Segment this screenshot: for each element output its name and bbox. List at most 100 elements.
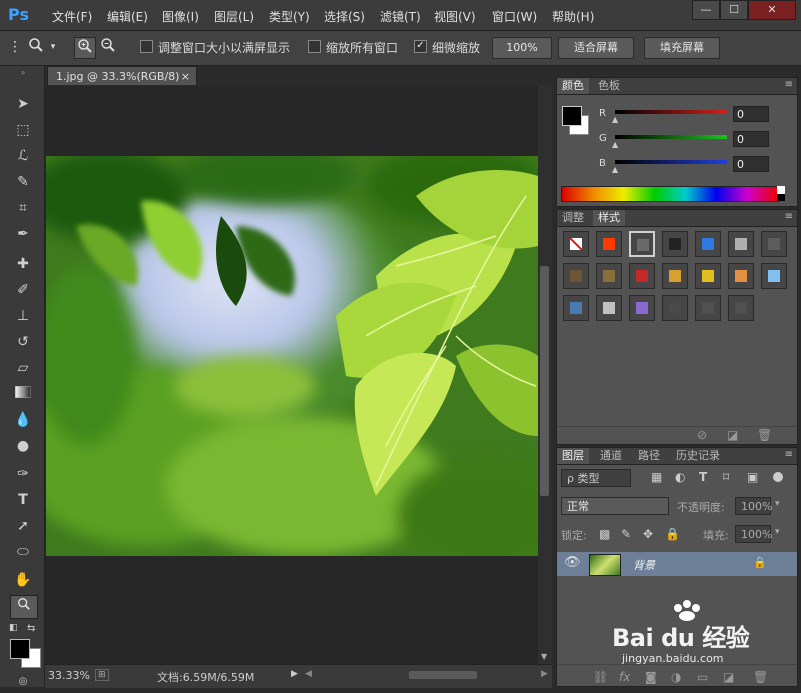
menu-layer[interactable]: 图层(L) [214,8,254,25]
menu-window[interactable]: 窗口(W) [492,8,537,25]
layer-filter-dropdown[interactable]: ρ 类型 [561,469,631,487]
style-swatch-none[interactable] [563,231,589,257]
scroll-down-icon[interactable]: ▼ [541,652,547,661]
filter-adjustment-icon[interactable]: ◐ [675,470,685,484]
layer-row-background[interactable]: 👁 背景 🔒 [557,552,797,576]
chevron-down-icon[interactable]: ▾ [775,527,780,537]
filter-smart-object-icon[interactable]: ▣ [747,470,758,484]
green-slider-handle-icon[interactable]: ▲ [612,140,618,149]
scroll-left-icon[interactable]: ◀ [305,669,312,679]
actual-pixels-button[interactable]: 100% [492,37,552,59]
menu-edit[interactable]: 编辑(E) [107,8,148,25]
scrubby-zoom-checkbox[interactable]: ✓ [414,40,427,53]
style-swatch-gold[interactable] [695,263,721,289]
gradient-tool-icon[interactable] [10,383,36,405]
menu-image[interactable]: 图像(I) [162,8,199,25]
new-style-icon[interactable]: ◪ [727,428,738,442]
spectrum-black[interactable] [777,194,785,201]
style-swatch-chrome-dark[interactable] [662,231,688,257]
style-swatch-blue-glass[interactable] [695,231,721,257]
scrollbar-thumb[interactable] [540,266,549,496]
style-swatch-bronze[interactable] [596,263,622,289]
style-swatch-rainbow[interactable] [662,263,688,289]
fit-screen-button[interactable]: 适合屏幕 [558,37,634,59]
style-swatch-sky[interactable] [761,263,787,289]
ellipse-tool-icon[interactable]: ⬭ [10,541,36,563]
layer-name[interactable]: 背景 [633,557,655,573]
style-swatch-dark-gradient[interactable] [761,231,787,257]
green-value[interactable]: 0 [733,131,769,147]
green-slider[interactable] [615,135,727,139]
chevron-down-icon[interactable]: ▾ [775,499,780,509]
zoom-all-windows-checkbox[interactable] [308,40,321,53]
minimize-button[interactable]: — [692,0,720,20]
red-value[interactable]: 0 [733,106,769,122]
quick-mask-icon[interactable]: ◎ [10,671,36,693]
tab-history[interactable]: 历史记录 [671,448,725,464]
panel-menu-icon[interactable]: ≡ [785,449,793,460]
panel-menu-icon[interactable]: ≡ [785,79,793,90]
vertical-scrollbar[interactable]: ▼ [538,86,552,664]
brush-tool-icon[interactable]: ✐ [10,279,36,301]
style-swatch-mosaic[interactable] [596,295,622,321]
filter-shape-icon[interactable]: ⌑ [723,470,729,484]
lock-position-icon[interactable]: ✥ [643,527,653,541]
tab-color[interactable]: 颜色 [557,78,589,94]
foreground-color-swatch[interactable] [10,639,30,659]
menu-view[interactable]: 视图(V) [434,8,476,25]
zoom-out-icon[interactable] [98,37,118,57]
fill-value[interactable]: 100% [735,525,772,543]
style-swatch-gray-square-2[interactable] [728,295,754,321]
menu-filter[interactable]: 滤镜(T) [380,8,421,25]
move-tool-icon[interactable]: ➤ [10,93,36,115]
style-swatch-red-button[interactable] [629,263,655,289]
zoom-tool-preset-icon[interactable] [26,37,46,57]
quick-selection-tool-icon[interactable]: ✎ [10,171,36,193]
lasso-tool-icon[interactable]: ℒ [10,145,36,167]
clone-stamp-tool-icon[interactable]: ⊥ [10,305,36,327]
visibility-eye-icon[interactable]: 👁 [564,555,581,570]
status-menu-arrow-icon[interactable]: ▶ [291,669,298,679]
spectrum-white[interactable] [777,186,785,194]
healing-brush-tool-icon[interactable]: ✚ [10,253,36,275]
canvas-area[interactable] [45,86,538,664]
document-tab[interactable]: 1.jpg @ 33.3%(RGB/8) × [47,66,197,85]
style-swatch-purple-glass[interactable] [629,295,655,321]
clear-style-icon[interactable]: ⊘ [697,428,707,442]
type-tool-icon[interactable]: T [10,489,36,511]
menu-type[interactable]: 类型(Y) [269,8,310,25]
filter-toggle-icon[interactable] [773,472,783,482]
tab-swatches[interactable]: 色板 [593,78,625,94]
blend-mode-dropdown[interactable]: 正常 [561,497,669,515]
zoom-in-icon[interactable] [74,37,96,59]
tab-layers[interactable]: 图层 [557,448,589,464]
chevron-down-icon[interactable]: ▾ [48,37,58,57]
link-layers-icon[interactable]: ⛓ [593,670,608,684]
lock-all-icon[interactable]: 🔒 [665,527,680,541]
horizontal-scrollbar-thumb[interactable] [409,671,477,679]
lock-pixels-icon[interactable]: ✎ [621,527,631,541]
blue-value[interactable]: 0 [733,156,769,172]
eraser-tool-icon[interactable]: ▱ [10,357,36,379]
pen-tool-icon[interactable]: ✑ [10,463,36,485]
foreground-color-chip[interactable] [562,106,582,126]
menu-select[interactable]: 选择(S) [324,8,365,25]
scroll-right-icon[interactable]: ▶ [541,669,548,679]
style-swatch-gray-square-1[interactable] [695,295,721,321]
maximize-button[interactable]: ☐ [720,0,748,20]
status-info-icon[interactable]: ⊞ [95,669,109,681]
delete-style-icon[interactable]: 🗑 [757,428,772,442]
fill-screen-button[interactable]: 填充屏幕 [644,37,720,59]
style-swatch-wood[interactable] [563,263,589,289]
blue-slider-handle-icon[interactable]: ▲ [612,165,618,174]
style-swatch-gray-bevel[interactable] [728,231,754,257]
filter-pixel-icon[interactable]: ▦ [651,470,662,484]
marquee-tool-icon[interactable]: ⬚ [10,119,36,141]
crop-tool-icon[interactable]: ⌗ [10,197,36,219]
style-swatch-sunset[interactable] [728,263,754,289]
toolbox-collapse-icon[interactable]: » [10,68,36,78]
close-button[interactable]: ✕ [748,0,796,20]
blue-slider[interactable] [615,160,727,164]
close-tab-icon[interactable]: × [181,67,190,86]
style-swatch-dark-square[interactable] [662,295,688,321]
